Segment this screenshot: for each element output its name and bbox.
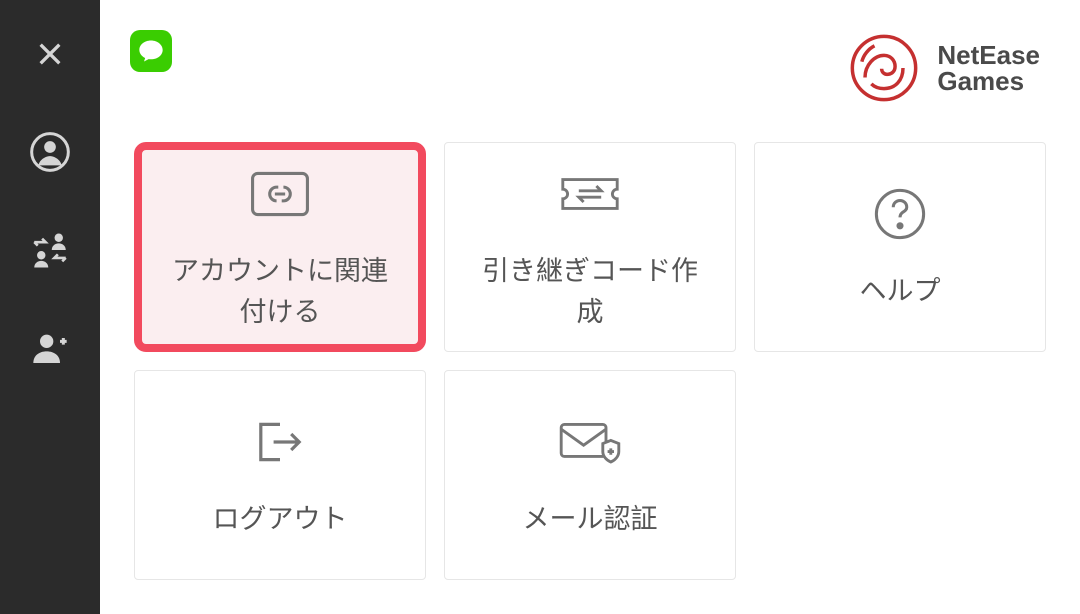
action-grid: アカウントに関連付ける 引き継ぎコード作成 ヘルプ — [100, 126, 1080, 610]
add-user-icon — [30, 328, 70, 368]
netease-swirl-icon — [846, 30, 922, 106]
brand-line1: NetEase — [937, 42, 1040, 68]
transfer-code-card[interactable]: 引き継ぎコード作成 — [444, 142, 736, 352]
logo-text: NetEase Games — [937, 42, 1040, 94]
mail-shield-icon — [558, 410, 622, 474]
close-icon — [34, 38, 66, 70]
brand-line2: Games — [937, 68, 1040, 94]
link-account-card[interactable]: アカウントに関連付ける — [134, 142, 426, 352]
mail-auth-card[interactable]: メール認証 — [444, 370, 736, 580]
netease-logo: NetEase Games — [846, 30, 1040, 106]
swap-people-icon — [29, 229, 71, 271]
ticket-icon — [558, 162, 622, 226]
header: NetEase Games — [100, 0, 1080, 126]
link-icon — [248, 162, 312, 226]
card-label: 引き継ぎコード作成 — [462, 251, 718, 332]
card-label: アカウントに関連付ける — [152, 251, 408, 332]
add-user-button[interactable] — [26, 324, 74, 372]
logout-card[interactable]: ログアウト — [134, 370, 426, 580]
help-card[interactable]: ヘルプ — [754, 142, 1046, 352]
main-panel: NetEase Games アカウントに関連付ける 引き継ぎコード作成 — [100, 0, 1080, 614]
account-indicator — [130, 30, 172, 72]
help-icon — [868, 182, 932, 246]
profile-icon — [30, 132, 70, 172]
card-label: メール認証 — [503, 499, 678, 540]
card-label: ヘルプ — [840, 271, 961, 312]
close-button[interactable] — [26, 30, 74, 78]
logout-icon — [248, 410, 312, 474]
sidebar — [0, 0, 100, 614]
line-icon — [130, 30, 172, 72]
profile-button[interactable] — [26, 128, 74, 176]
card-label: ログアウト — [193, 499, 368, 540]
transfer-users-button[interactable] — [26, 226, 74, 274]
